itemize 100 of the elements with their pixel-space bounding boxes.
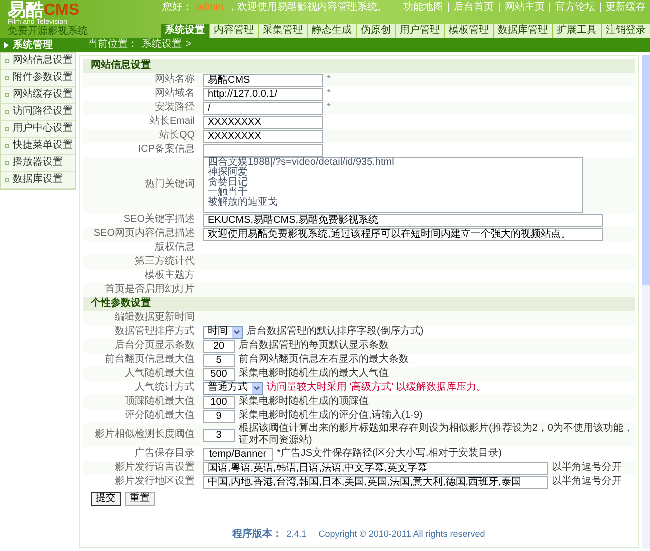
field-hint: 前台网站翻页信息左右显示的最大条数 <box>239 354 409 366</box>
text-field[interactable]: 中国,内地,香港,台湾,韩国,日本,美国,英国,法国,意大利,德国,西班牙,泰国 <box>203 476 548 488</box>
field-hint: 采集电影时随机生成的最大人气值 <box>239 368 389 380</box>
greeting-text: ，欢迎使用易酷影视内容管理系统。 <box>228 3 388 13</box>
bullet-icon <box>5 161 9 165</box>
copyright-text: Copyright © 2010-2011 All rights reserved <box>318 530 486 540</box>
logo-text: 易酷 <box>8 1 44 19</box>
field-label: 广告保存目录 <box>134 448 196 460</box>
field-hint: 后台数据管理的默认排序字段(倒序方式) <box>247 326 424 338</box>
sidebar-item[interactable]: 附件参数设置 <box>1 70 75 87</box>
sidebar-item[interactable]: 访问路径设置 <box>1 104 75 121</box>
nav-tab[interactable]: 内容管理 <box>210 24 258 38</box>
nav-tab[interactable]: 伪原创 <box>357 24 395 38</box>
required-mark: * <box>327 89 331 99</box>
breadcrumb-link[interactable]: 系统设置 <box>142 40 182 50</box>
keywords-textarea[interactable]: 四合文娱1988|/?s=video/detail/id/935.html 神探阿爱 贪婪日记 一触当千 被解放的迪亚戈 <box>203 157 583 213</box>
field-label: 安装路径 <box>154 102 196 114</box>
link-separator: | <box>548 3 552 13</box>
nav-tab[interactable]: 注销登录 <box>602 24 650 38</box>
field-label: 影片相似检测长度阈值 <box>94 429 196 441</box>
text-field[interactable]: 5 <box>203 354 235 366</box>
chevron-down-icon <box>232 326 242 338</box>
field-label: SEO关键字描述 <box>122 214 196 226</box>
sidebar-item[interactable]: 播放器设置 <box>1 155 75 172</box>
text-field[interactable]: 易酷CMS <box>203 74 323 86</box>
sidebar-item[interactable]: 用户中心设置 <box>1 121 75 138</box>
field-label: 顶踩随机最大值 <box>124 396 196 408</box>
link-separator: | <box>448 3 450 13</box>
nav-tab[interactable]: 扩展工具 <box>553 24 601 38</box>
text-field[interactable]: XXXXXXXX <box>203 116 323 128</box>
field-label: 首页是否启用幻灯片 <box>104 284 196 296</box>
text-field[interactable] <box>203 144 323 156</box>
link-separator: | <box>498 3 501 13</box>
form-button[interactable]: 重置 <box>125 492 155 506</box>
sidebar-item[interactable]: 网站缓存设置 <box>1 87 75 104</box>
field-label: 前台翻页信息最大值 <box>104 354 196 366</box>
sidebar-item[interactable]: 快捷菜单设置 <box>1 138 75 155</box>
bullet-icon <box>5 144 9 148</box>
text-field[interactable]: http://127.0.0.1/ <box>203 88 323 100</box>
text-field[interactable]: 500 <box>203 368 235 380</box>
chevron-down-icon <box>252 382 262 394</box>
field-label: 影片发行语言设置 <box>114 462 196 474</box>
dropdown-select[interactable]: 普通方式 <box>203 382 263 394</box>
field-label: SEO网页内容信息描述 <box>92 228 196 240</box>
bullet-icon <box>5 59 9 63</box>
nav-tab[interactable]: 系统设置 <box>161 24 209 38</box>
text-field[interactable]: 9 <box>203 410 235 422</box>
required-mark: * <box>327 75 331 85</box>
text-field[interactable]: EKUCMS,易酷CMS,易酷免费影视系统 <box>203 214 603 226</box>
nav-tab[interactable]: 模板管理 <box>445 24 493 38</box>
tagline: 免费开源影视系统 <box>8 26 89 37</box>
text-field[interactable]: XXXXXXXX <box>203 130 323 142</box>
field-label: ICP备案信息 <box>137 144 196 156</box>
version-label: 程序版本： <box>232 530 283 540</box>
field-label: 站长QQ <box>158 130 196 142</box>
sidebar-title-text: 系统管理 <box>13 38 53 52</box>
bullet-icon <box>5 178 9 182</box>
field-label: 人气随机最大值 <box>124 368 196 380</box>
nav-tab[interactable]: 采集管理 <box>259 24 307 38</box>
text-field[interactable]: 欢迎使用易酷免费影视系统,通过该程序可以在短时间内建立一个强大的视频站点。 <box>203 228 603 240</box>
text-field[interactable]: temp/Banner <box>203 448 273 460</box>
text-field[interactable]: 100 <box>203 396 235 408</box>
sidebar-item[interactable]: 网站信息设置 <box>1 53 75 70</box>
scrollbar[interactable] <box>642 55 650 548</box>
bullet-icon <box>5 110 9 114</box>
form-button[interactable]: 提交 <box>91 492 121 506</box>
field-label: 评分随机最大值 <box>124 410 196 422</box>
caret-right-icon <box>4 42 9 48</box>
field-label: 站长Email <box>148 116 196 128</box>
greeting-prefix: 您好： <box>162 3 192 13</box>
field-hint: *广告JS文件保存路径(区分大小写,相对于安装目录) <box>277 448 502 460</box>
field-label: 数据管理排序方式 <box>114 326 196 338</box>
field-hint: 访问量较大时采用 '高级方式' 以缓解数据库压力。 <box>267 382 486 394</box>
text-field[interactable]: / <box>203 102 323 114</box>
required-mark: * <box>327 103 331 113</box>
field-label: 网站名称 <box>154 74 196 86</box>
text-field[interactable]: 20 <box>203 340 235 352</box>
field-label: 后台分页显示条数 <box>114 340 196 352</box>
field-label: 网站域名 <box>154 88 196 100</box>
field-label: 版权信息 <box>154 242 196 254</box>
text-field[interactable]: 3 <box>203 428 235 442</box>
dropdown-select[interactable]: 时间 <box>203 326 243 338</box>
field-hint: 以半角逗号分开 <box>552 476 622 488</box>
nav-tab[interactable]: 用户管理 <box>396 24 444 38</box>
logo-suffix: CMS <box>44 3 80 19</box>
nav-tab[interactable]: 数据库管理 <box>494 24 552 38</box>
text-field[interactable]: 国语,粤语,英语,韩语,日语,法语,中文字幕,英文字幕 <box>203 462 548 474</box>
nav-tab[interactable]: 静态生成 <box>308 24 356 38</box>
section-header: 网站信息设置 <box>83 59 635 73</box>
bullet-icon <box>5 127 9 131</box>
field-hint: 采集电影时随机生成的评分值,请输入(1-9) <box>239 410 423 422</box>
breadcrumb-separator: > <box>186 40 192 50</box>
bullet-icon <box>5 93 9 97</box>
field-label: 影片发行地区设置 <box>114 476 196 488</box>
sidebar-item[interactable]: 数据库设置 <box>1 172 75 189</box>
field-label: 第三方统计代 <box>134 256 196 268</box>
field-label: 热门关键词 <box>144 179 196 191</box>
section-header: 个性参数设置 <box>83 297 635 311</box>
field-hint: 以半角逗号分开 <box>552 462 622 474</box>
field-hint: 后台数据管理的每页默认显示条数 <box>239 340 389 352</box>
